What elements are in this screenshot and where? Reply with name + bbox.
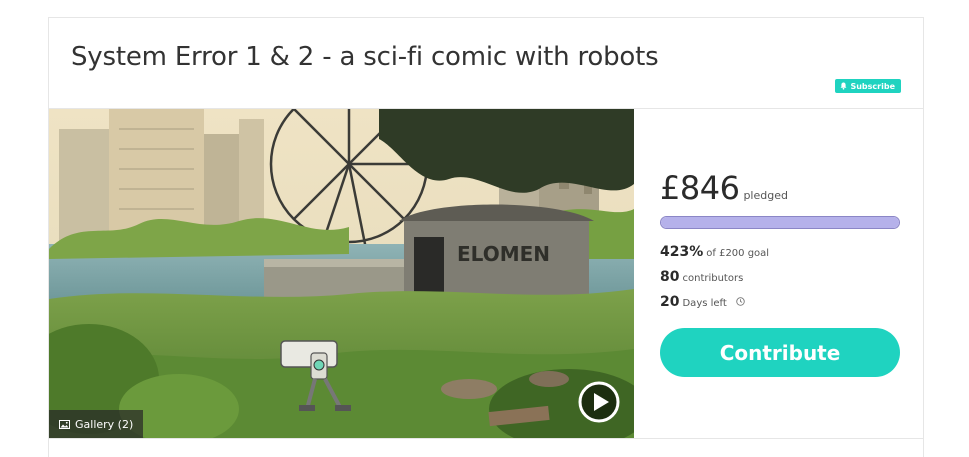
pledge-summary: £846 pledged	[660, 169, 788, 207]
card-bottom-divider	[49, 438, 923, 439]
gallery-label: Gallery (2)	[75, 417, 134, 431]
clock-icon	[736, 297, 745, 306]
campaign-media[interactable]: ELOMEN Gallery (2)	[49, 109, 634, 438]
contributors-stat: 80 contributors	[660, 266, 743, 285]
goal-label: of £200 goal	[706, 248, 770, 259]
funding-progress-bar	[660, 216, 900, 229]
contributors-label: contributors	[682, 273, 744, 284]
pledged-label: pledged	[743, 189, 788, 202]
funding-progress-fill	[661, 217, 899, 228]
subscribe-button[interactable]: Subscribe	[835, 79, 901, 93]
days-label: Days left	[682, 298, 727, 309]
graffiti-text: ELOMEN	[457, 242, 550, 266]
subscribe-label: Subscribe	[850, 81, 895, 91]
gallery-button[interactable]: Gallery (2)	[49, 410, 144, 438]
bell-icon	[841, 82, 847, 90]
campaign-title: System Error 1 & 2 - a sci-fi comic with…	[71, 42, 659, 72]
image-icon	[59, 419, 70, 429]
campaign-card: System Error 1 & 2 - a sci-fi comic with…	[48, 17, 924, 457]
goal-stat: 423% of £200 goal	[660, 241, 769, 260]
contributors-count: 80	[660, 269, 680, 285]
pledged-amount: £846	[660, 169, 740, 207]
play-video-icon[interactable]	[578, 381, 620, 423]
comic-artwork-image: ELOMEN	[49, 109, 634, 438]
days-count: 20	[660, 294, 680, 310]
days-left-stat: 20 Days left	[660, 291, 745, 310]
contribute-button[interactable]: Contribute	[660, 328, 900, 377]
goal-percent: 423%	[660, 244, 704, 260]
